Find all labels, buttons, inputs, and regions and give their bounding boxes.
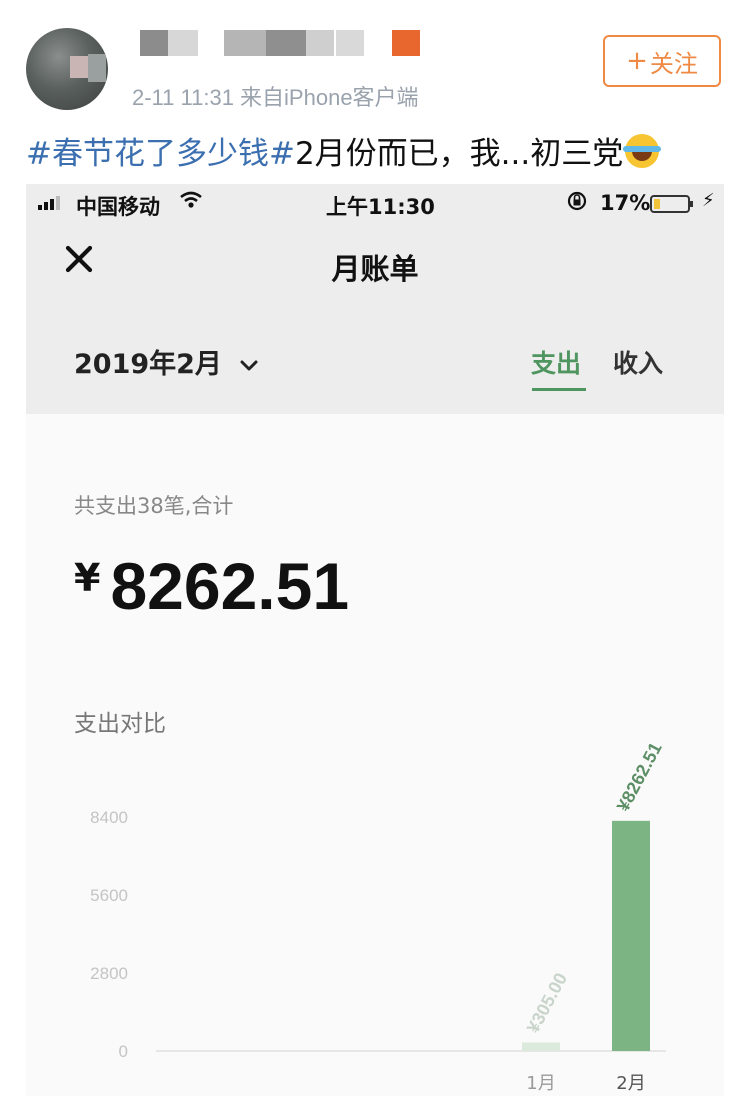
post-meta: 2-11 11:31 来自iPhone客户端 bbox=[132, 85, 419, 110]
plus-icon: + bbox=[626, 46, 648, 76]
filter-bar: 2019年2月 支出 收入 bbox=[26, 304, 724, 414]
post-text: #春节花了多少钱#2月份而已，我...初三党 bbox=[26, 128, 662, 173]
tab-income[interactable]: 收入 bbox=[613, 344, 663, 380]
chart-bar[interactable] bbox=[522, 1042, 560, 1051]
avatar-mosaic bbox=[70, 56, 90, 78]
total-amount: 8262.51 bbox=[110, 549, 350, 623]
topic-link[interactable]: #春节花了多少钱# bbox=[26, 136, 295, 172]
status-time: 上午11:30 bbox=[326, 195, 435, 219]
y-tick-label: 2800 bbox=[90, 964, 128, 983]
attached-screenshot[interactable]: 中国移动 上午11:30 17% ⚡ 月账单 2019年2月 支出 收入 共支出… bbox=[26, 184, 724, 1096]
follow-label: 关注 bbox=[649, 49, 698, 78]
bar-value-label: ¥8262.51 bbox=[613, 744, 666, 815]
status-bar: 中国移动 上午11:30 17% ⚡ bbox=[26, 184, 724, 224]
y-tick-label: 8400 bbox=[90, 808, 128, 827]
battery-icon bbox=[650, 195, 693, 213]
month-selector[interactable]: 2019年2月 bbox=[74, 342, 259, 381]
summary-amount: ¥8262.51 bbox=[74, 548, 349, 624]
post-body: 2月份而已，我...初三党 bbox=[294, 136, 624, 172]
y-tick-label: 0 bbox=[119, 1042, 128, 1061]
x-category-label: 1月 bbox=[526, 1073, 555, 1094]
charging-bolt-icon: ⚡ bbox=[702, 190, 715, 211]
page-title: 月账单 bbox=[331, 252, 419, 286]
expense-comparison-chart[interactable]: 8400 5600 2800 0 ¥305.00 1月 ¥8262.51 2月 bbox=[26, 744, 724, 1096]
bar-value-label: ¥305.00 bbox=[523, 970, 571, 1037]
avatar-mosaic bbox=[88, 54, 106, 82]
month-label: 2019年2月 bbox=[74, 349, 222, 380]
chevron-down-icon bbox=[239, 354, 259, 379]
user-avatar[interactable] bbox=[26, 28, 108, 110]
follow-button[interactable]: + 关注 bbox=[603, 35, 721, 87]
carrier-label: 中国移动 bbox=[76, 195, 160, 219]
rotation-lock-icon bbox=[566, 190, 588, 217]
wifi-icon bbox=[180, 190, 202, 214]
tab-expense[interactable]: 支出 bbox=[531, 344, 581, 380]
signal-icon bbox=[38, 196, 60, 210]
username-mosaic[interactable] bbox=[140, 30, 424, 56]
battery-percent: 17% bbox=[600, 191, 651, 215]
summary-label: 共支出38笔,合计 bbox=[74, 494, 234, 518]
x-category-label: 2月 bbox=[616, 1073, 645, 1094]
chart-bar[interactable] bbox=[612, 820, 650, 1051]
laugh-cry-emoji-icon bbox=[623, 134, 662, 168]
tab-active-indicator bbox=[532, 388, 586, 391]
compare-label: 支出对比 bbox=[74, 711, 166, 737]
y-tick-label: 5600 bbox=[90, 886, 128, 905]
nav-bar: 月账单 bbox=[26, 224, 724, 304]
currency-symbol: ¥ bbox=[74, 556, 101, 600]
